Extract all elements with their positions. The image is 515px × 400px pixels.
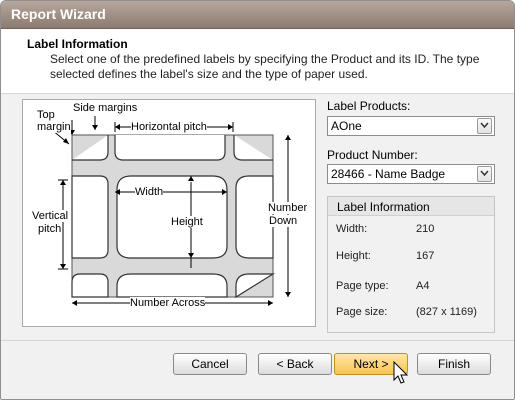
number-down-label-line2: Down: [269, 215, 298, 227]
label-products-value: AOne: [331, 119, 362, 133]
height-key: Height:: [336, 250, 371, 262]
top-margin-label-line2: margin: [37, 121, 71, 133]
footer-divider: [1, 340, 514, 341]
title-bar[interactable]: Report Wizard: [1, 1, 514, 29]
label-layout-diagram: Side margins Top margin Horizontal pitch…: [22, 99, 316, 327]
window-title: Report Wizard: [11, 6, 106, 22]
back-button[interactable]: < Back: [258, 353, 332, 375]
report-wizard-window: Report Wizard Label Information Select o…: [0, 0, 515, 400]
page-type-key: Page type:: [336, 280, 389, 292]
chevron-down-icon[interactable]: [477, 166, 492, 182]
label-products-combobox[interactable]: AOne: [327, 116, 495, 136]
page-title: Label Information: [27, 37, 128, 51]
side-margins-label: Side margins: [73, 102, 138, 114]
label-products-label: Label Products:: [327, 99, 411, 113]
product-number-combobox[interactable]: 28466 - Name Badge: [327, 164, 495, 184]
width-value: 210: [416, 223, 435, 235]
page-size-key: Page size:: [336, 306, 388, 318]
finish-button[interactable]: Finish: [417, 353, 491, 375]
page-description: Select one of the predefined labels by s…: [50, 52, 480, 81]
chevron-down-icon[interactable]: [477, 118, 492, 134]
vertical-pitch-label-line1: Vertical: [32, 210, 69, 222]
height-label: Height: [171, 216, 203, 228]
height-value: 167: [416, 250, 435, 262]
width-label: Width: [135, 186, 164, 198]
number-down-label-line1: Number: [268, 202, 308, 214]
wizard-header: Label Information Select one of the pred…: [1, 29, 514, 94]
vertical-pitch-label-line2: pitch: [38, 223, 62, 235]
cancel-button[interactable]: Cancel: [173, 353, 247, 375]
width-key: Width:: [336, 223, 368, 235]
page-size-value: (827 x 1169): [416, 306, 477, 318]
label-information-panel: Label Information Width: 210 Height: 167…: [327, 196, 495, 333]
top-margin-label-line1: Top: [37, 109, 55, 121]
product-number-value: 28466 - Name Badge: [331, 167, 446, 181]
info-panel-title: Label Information: [337, 200, 430, 214]
page-type-value: A4: [416, 280, 430, 292]
product-number-label: Product Number:: [327, 148, 418, 162]
number-across-label: Number Across: [130, 297, 206, 309]
horizontal-pitch-label: Horizontal pitch: [131, 121, 207, 133]
info-panel-header: Label Information: [328, 197, 494, 216]
mouse-pointer-icon: [393, 361, 409, 384]
